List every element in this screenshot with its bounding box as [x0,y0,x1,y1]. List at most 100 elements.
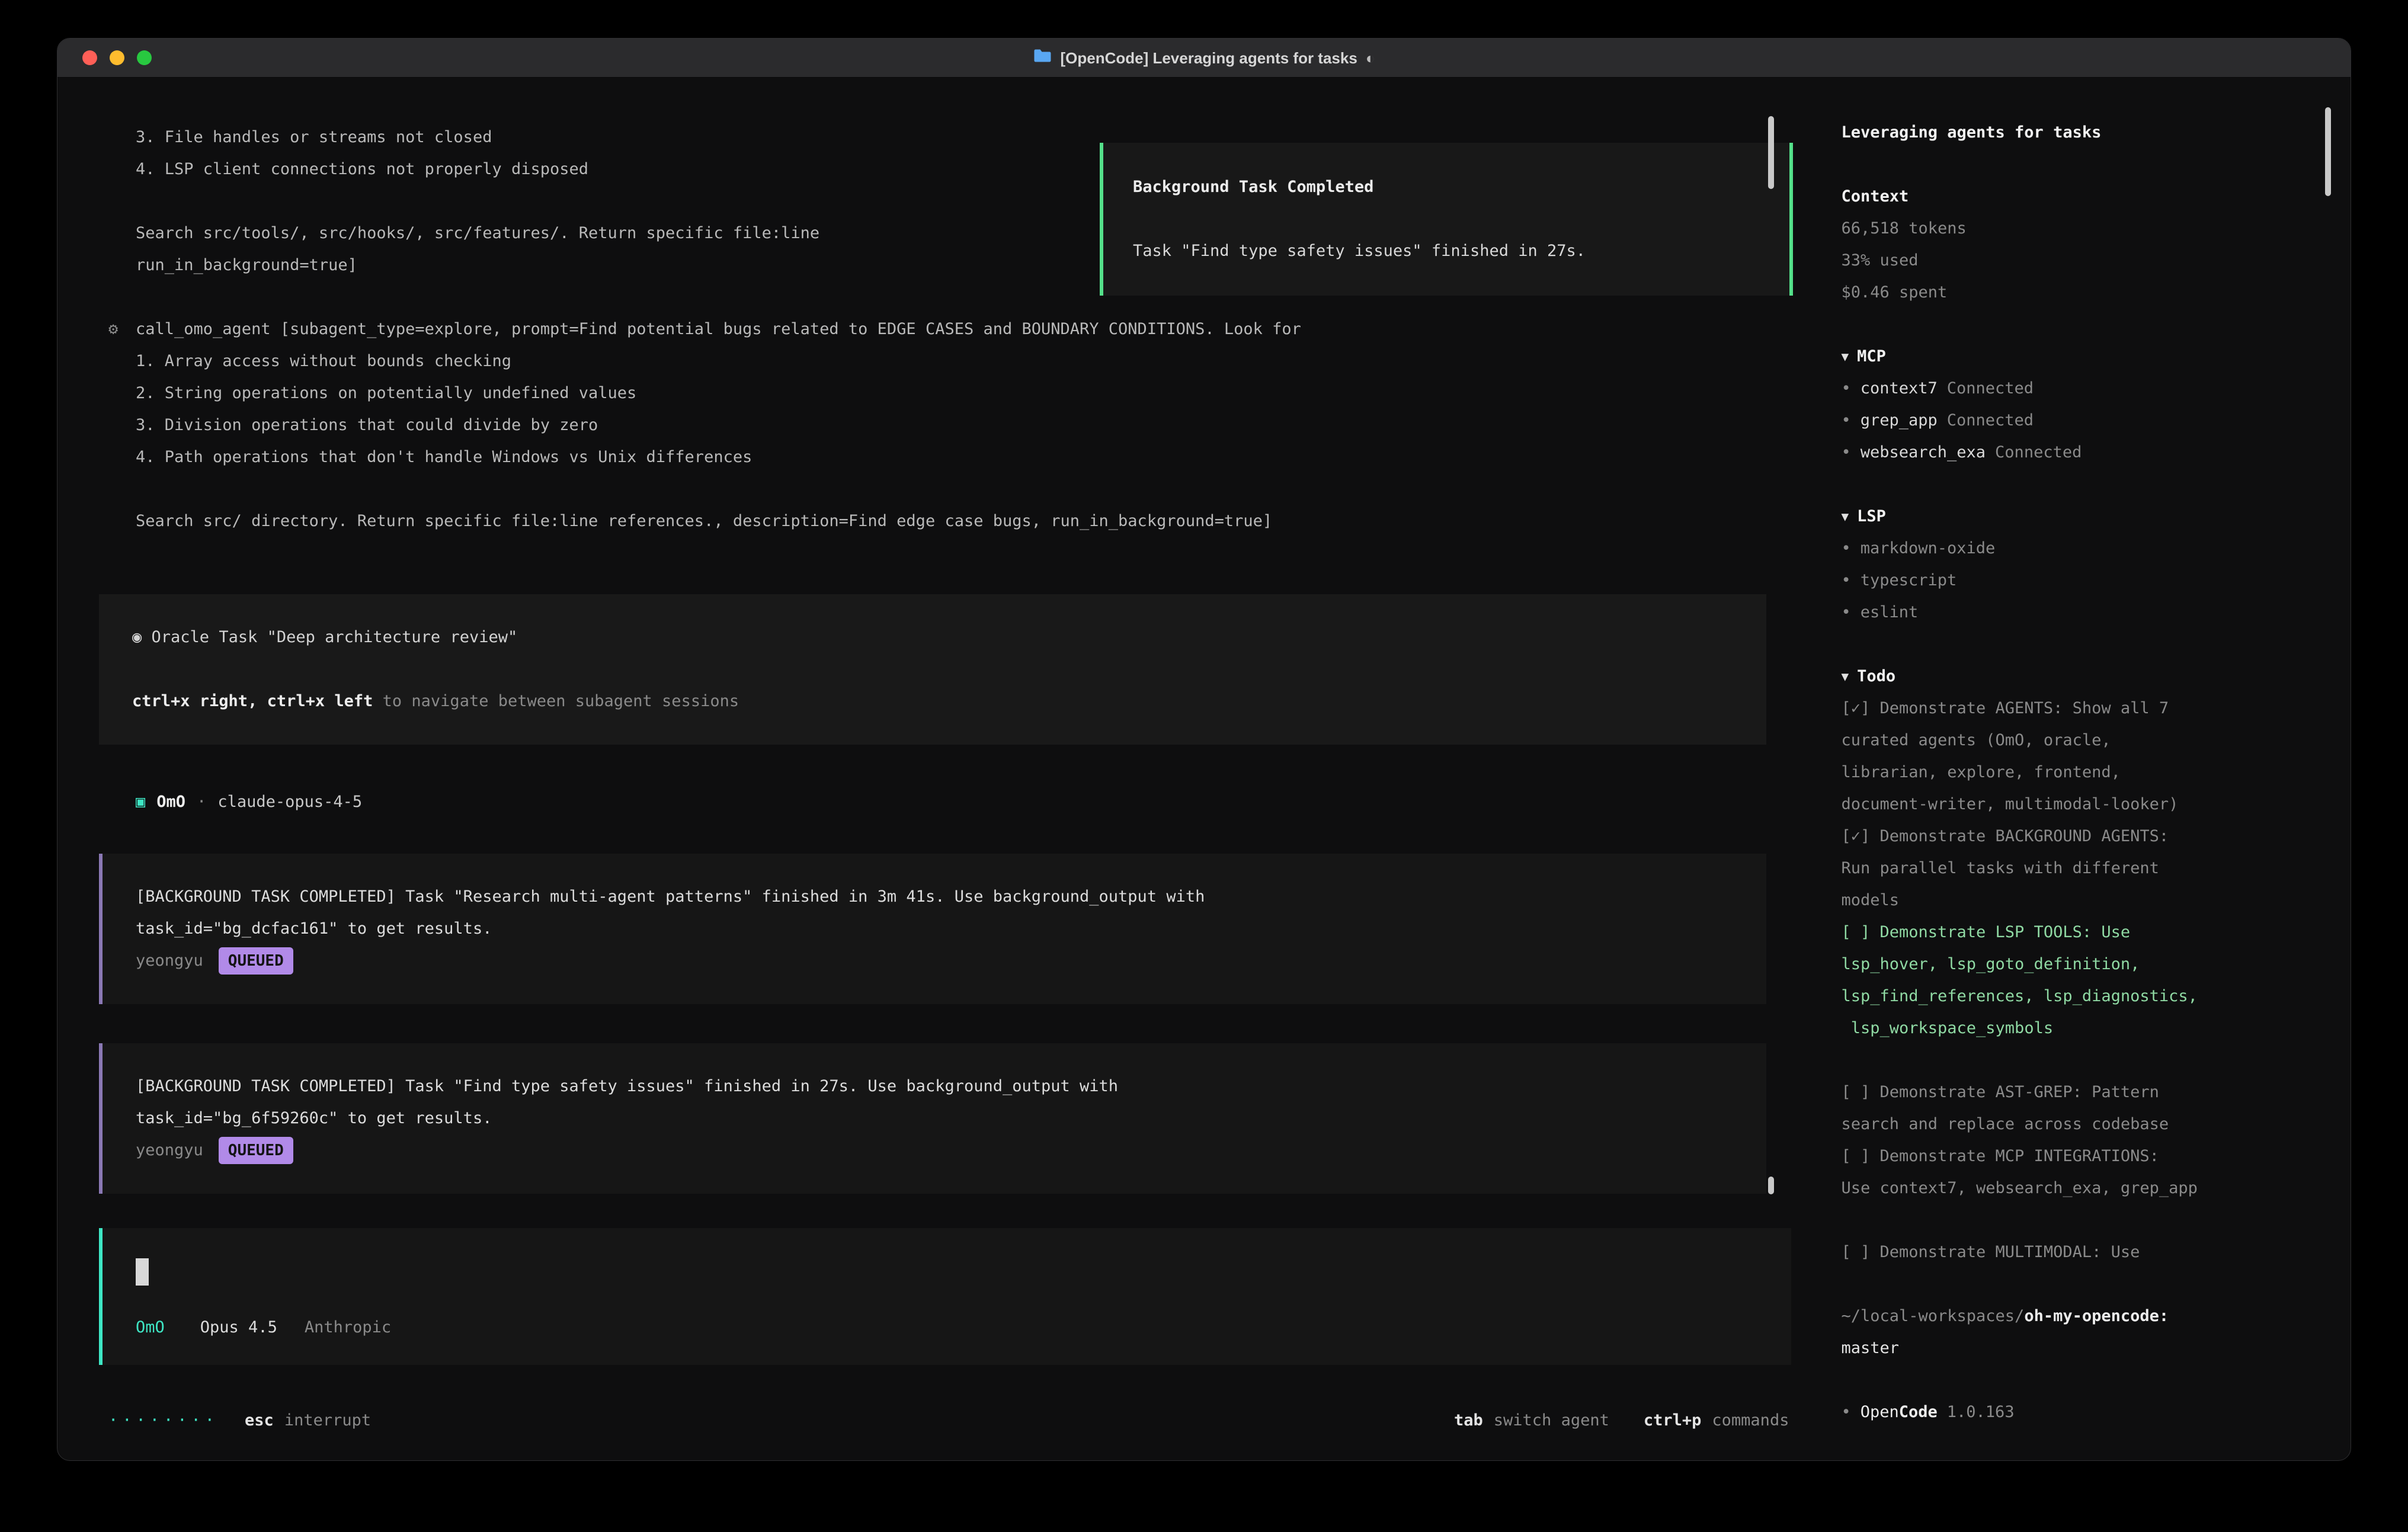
esc-key-hint: esc [245,1405,274,1437]
mcp-item: • context7 Connected [1841,373,2327,405]
hint-keys: ctrl+x right, ctrl+x left [132,692,373,710]
mcp-status: Connected [1995,437,2082,469]
bullet-icon: • [1841,405,1850,437]
todo-item-pending: [ ] Demonstrate AST-GREP: Pattern search… [1841,1076,2327,1140]
traffic-lights [82,50,152,65]
prompt-input[interactable]: OmO Opus 4.5 Anthropic [99,1228,1791,1365]
lsp-name: markdown-oxide [1861,533,1996,565]
todo-heading: Todo [1857,661,1895,693]
mcp-name: websearch_exa [1861,437,1986,469]
input-provider-name: Anthropic [305,1312,391,1344]
message-block: [BACKGROUND TASK COMPLETED] Task "Resear… [99,854,1766,1004]
status-badge: QUEUED [219,947,293,975]
main-scrollbar-thumb[interactable] [1768,116,1774,189]
window-title: [OpenCode] Leveraging agents for tasks ◐ [1033,42,1375,74]
lsp-section-header[interactable]: ▼ LSP [1841,501,2327,533]
todo-item-done: [✓] Demonstrate BACKGROUND AGENTS: Run p… [1841,821,2327,916]
workspace-repo: oh-my-opencode: [2024,1307,2169,1325]
session-title: Leveraging agents for tasks [1841,117,2327,149]
bullet-icon: • [1841,1396,1850,1428]
background-task-toast: Background Task Completed Task "Find typ… [1100,143,1793,296]
input-model-name[interactable]: Opus 4.5 [200,1312,277,1344]
commands-key-hint: ctrl+p [1644,1405,1702,1437]
toast-body: Task "Find type safety issues" finished … [1133,235,1760,267]
context-tokens: 66,518 tokens [1841,213,2327,245]
activity-icon: ◐ [1366,42,1375,74]
message-text: [BACKGROUND TASK COMPLETED] Task "Find t… [136,1071,1743,1134]
agent-square-icon: ▣ [136,786,145,818]
lsp-item: • eslint [1841,597,2327,629]
folder-icon [1033,42,1052,74]
todo-item-pending: [ ] Demonstrate MCP INTEGRATIONS: Use co… [1841,1140,2327,1204]
todo-item-done: [✓] Demonstrate AGENTS: Show all 7 curat… [1841,693,2327,821]
app-name: OpenCode [1861,1396,1938,1428]
workspace-path-prefix: ~/local-workspaces/ [1841,1307,2024,1325]
todo-section-header[interactable]: ▼ Todo [1841,661,2327,693]
lsp-item: • markdown-oxide [1841,533,2327,565]
lsp-name: typescript [1861,565,1957,597]
bullet-icon: • [1841,373,1850,405]
commands-key-label: commands [1712,1405,1789,1437]
bullet-icon: • [1841,597,1850,629]
chevron-down-icon: ▼ [1841,661,1849,693]
minimize-button[interactable] [110,50,124,65]
terminal-window: [OpenCode] Leveraging agents for tasks ◐… [57,38,2351,1461]
chevron-down-icon: ▼ [1841,341,1849,373]
mcp-name: grep_app [1861,405,1938,437]
mcp-item: • websearch_exa Connected [1841,437,2327,469]
subagent-nav-hint: ctrl+x right, ctrl+x left to navigate be… [132,685,1743,717]
mcp-section-header[interactable]: ▼ MCP [1841,341,2327,373]
hint-text: to navigate between subagent sessions [373,692,739,710]
workspace-branch: master [1841,1332,2327,1364]
lsp-name: eslint [1861,597,1919,629]
tool-call-block: ⚙ call_omo_agent [subagent_type=explore,… [136,313,1815,537]
context-heading: Context [1841,181,2327,213]
title-bar[interactable]: [OpenCode] Leveraging agents for tasks ◐ [57,39,2351,78]
app-version-footer: • OpenCode 1.0.163 [1841,1396,2327,1428]
input-meta-row: OmO Opus 4.5 Anthropic [136,1312,1767,1344]
chat-pane: Background Task Completed Task "Find typ… [57,78,1815,1460]
todo-item-pending: [ ] Demonstrate MULTIMODAL: Use [1841,1236,2327,1268]
input-agent-name[interactable]: OmO [136,1312,165,1344]
todo-item-active: [ ] Demonstrate LSP TOOLS: Use lsp_hover… [1841,916,2327,1044]
oracle-task-title-row: ◉ Oracle Task "Deep architecture review" [132,621,1743,653]
session-sidebar: Leveraging agents for tasks Context 66,5… [1815,78,2351,1460]
message-text: [BACKGROUND TASK COMPLETED] Task "Resear… [136,881,1743,945]
mcp-heading: MCP [1857,341,1886,373]
toast-title: Background Task Completed [1133,171,1760,203]
gear-icon: ⚙ [108,313,136,537]
zoom-button[interactable] [137,50,152,65]
main-scrollbar-thumb-lower[interactable] [1768,1177,1774,1194]
context-spent: $0.46 spent [1841,277,2327,309]
message-author: yeongyu [136,1134,203,1166]
workspace-path: ~/local-workspaces/oh-my-opencode: [1841,1300,2327,1332]
bullet-icon: • [1841,437,1850,469]
status-badge: QUEUED [219,1137,293,1164]
tab-key-label: switch agent [1494,1405,1609,1437]
status-bar: ········ esc interrupt tab switch agent … [136,1405,1815,1437]
sidebar-scrollbar-thumb[interactable] [2325,107,2331,196]
bullet-icon: • [1841,533,1850,565]
esc-key-label: interrupt [284,1405,371,1437]
bullet-icon: • [1841,565,1850,597]
app-version: 1.0.163 [1947,1396,2015,1428]
tool-call-text: call_omo_agent [subagent_type=explore, p… [136,313,1815,537]
context-used: 33% used [1841,245,2327,277]
oracle-task-panel[interactable]: ◉ Oracle Task "Deep architecture review"… [99,594,1766,745]
agent-header: ▣ OmO · claude-opus-4-5 [136,786,1815,818]
message-block: [BACKGROUND TASK COMPLETED] Task "Find t… [99,1043,1766,1194]
spinner-dots: ········ [108,1405,219,1437]
agent-separator: · [197,786,206,818]
oracle-task-title: Oracle Task "Deep architecture review" [152,628,518,646]
window-title-text: [OpenCode] Leveraging agents for tasks [1060,42,1357,74]
text-cursor [136,1258,149,1286]
lsp-heading: LSP [1857,501,1886,533]
lsp-item: • typescript [1841,565,2327,597]
mcp-status: Connected [1947,405,2034,437]
tab-key-hint: tab [1454,1405,1483,1437]
close-button[interactable] [82,50,97,65]
message-author: yeongyu [136,945,203,977]
mcp-status: Connected [1947,373,2034,405]
mcp-name: context7 [1861,373,1938,405]
fisheye-icon: ◉ [132,628,142,646]
